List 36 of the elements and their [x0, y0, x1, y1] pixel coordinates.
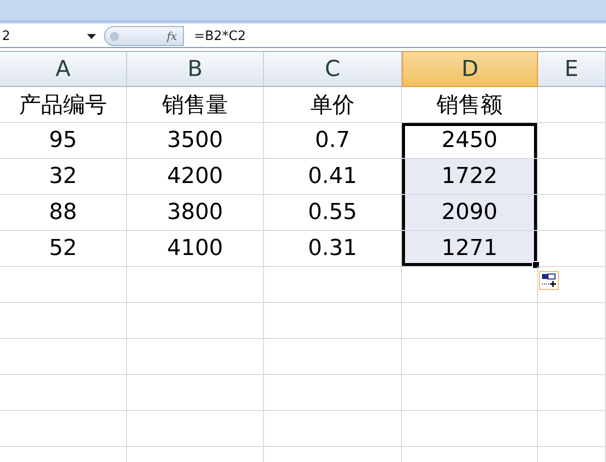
empty-cell	[538, 87, 606, 123]
table-cell: 产品编号	[0, 87, 127, 123]
column-header[interactable]: C	[264, 51, 402, 87]
table-cell: 2090	[402, 195, 538, 231]
table-cell: 4200	[127, 159, 264, 195]
formula-field[interactable]: =B2*C2	[184, 28, 246, 44]
table-cell: 销售额	[402, 87, 538, 123]
name-box[interactable]: 2	[0, 26, 100, 46]
table-cell: 3500	[127, 123, 264, 159]
empty-cell	[538, 375, 606, 411]
caret-icon[interactable]	[87, 34, 96, 38]
column-header[interactable]: B	[127, 51, 264, 87]
table-cell: 32	[0, 159, 127, 195]
empty-cell	[538, 411, 606, 447]
fill-handle[interactable]	[532, 261, 540, 269]
column-header[interactable]: A	[0, 51, 127, 87]
column-header[interactable]: D	[402, 51, 538, 87]
empty-cell	[538, 267, 606, 303]
table-cell: 4100	[127, 231, 264, 267]
cell-reference: 2	[2, 28, 10, 44]
empty-cell	[538, 123, 606, 159]
table-cell: 2450	[402, 123, 538, 159]
table-cell: 销售量	[127, 87, 264, 123]
paste-options-icon[interactable]	[539, 271, 559, 290]
resize-handle-icon[interactable]	[110, 32, 119, 40]
table-cell: 0.7	[264, 123, 402, 159]
table-cell: 1722	[402, 159, 538, 195]
table-cell: 单价	[264, 87, 402, 123]
table-cell: 52	[0, 231, 127, 267]
table-cell: 3800	[127, 195, 264, 231]
empty-cell	[538, 303, 606, 339]
insert-function-button[interactable]: fx	[160, 30, 183, 42]
column-header[interactable]: E	[538, 51, 606, 87]
table-cell: 95	[0, 123, 127, 159]
table-cell: 88	[0, 195, 127, 231]
empty-cell	[538, 339, 606, 375]
